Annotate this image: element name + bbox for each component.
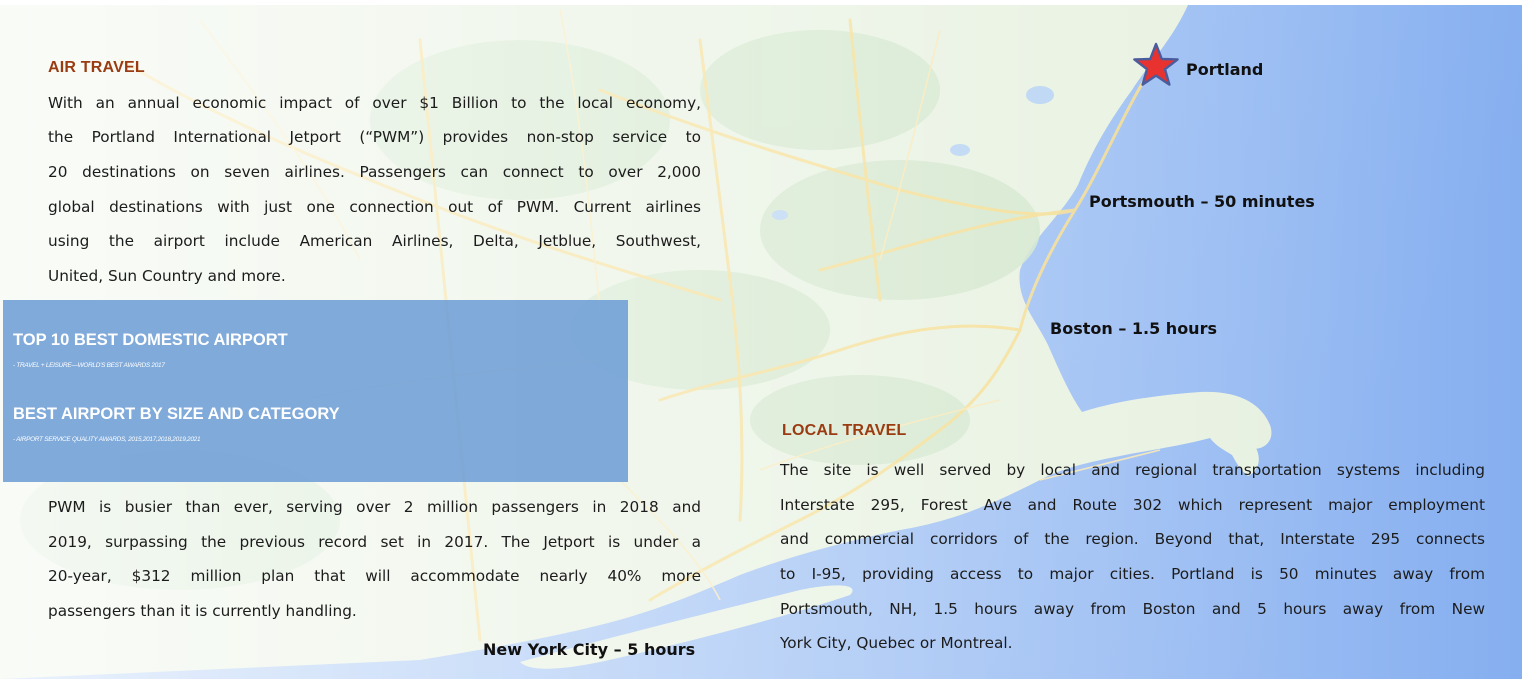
air-travel-intro-line: using the airport include American Airli… — [48, 232, 701, 250]
air-travel-heading: AIR TRAVEL — [48, 59, 145, 76]
air-travel-growth-line: PWM is busier than ever, serving over 2 … — [48, 498, 701, 516]
new-york-label: New York City – 5 hours — [483, 640, 696, 659]
local-travel-line: to I-95, providing access to major citie… — [780, 565, 1485, 583]
local-travel-line: The site is well served by local and reg… — [780, 461, 1485, 479]
award-title: TOP 10 BEST DOMESTIC AIRPORT — [13, 331, 288, 349]
award-source: - AIRPORT SERVICE QUALITY AWARDS, 2015,2… — [13, 436, 201, 443]
air-travel-growth-line: 20-year, $312 million plan that will acc… — [48, 567, 701, 585]
portsmouth-label: Portsmouth – 50 minutes — [1089, 192, 1315, 211]
air-travel-intro-line: 20 destinations on seven airlines. Passe… — [48, 163, 701, 181]
local-travel-heading: LOCAL TRAVEL — [782, 422, 907, 439]
local-travel-line: and commercial corridors of the region. … — [780, 530, 1485, 548]
local-travel-line: Portsmouth, NH, 1.5 hours away from Bost… — [780, 600, 1485, 618]
air-travel-growth-line: passengers than it is currently handling… — [48, 602, 357, 620]
air-travel-intro-line: United, Sun Country and more. — [48, 267, 286, 285]
air-travel-intro-line: global destinations with just one connec… — [48, 198, 701, 216]
awards-panel: TOP 10 BEST DOMESTIC AIRPORT - TRAVEL + … — [3, 300, 628, 482]
star-icon — [1133, 42, 1179, 86]
air-travel-intro-line: With an annual economic impact of over $… — [48, 94, 701, 112]
award-title: BEST AIRPORT BY SIZE AND CATEGORY — [13, 405, 340, 423]
award-source: - TRAVEL + LEISURE—WORLD'S BEST AWARDS 2… — [13, 362, 165, 369]
local-travel-line: York City, Quebec or Montreal. — [780, 634, 1013, 652]
air-travel-intro-line: the Portland International Jetport (“PWM… — [48, 128, 701, 146]
boston-label: Boston – 1.5 hours — [1050, 319, 1217, 338]
local-travel-line: Interstate 295, Forest Ave and Route 302… — [780, 496, 1485, 514]
portland-label: Portland — [1186, 60, 1264, 79]
air-travel-growth-line: 2019, surpassing the previous record set… — [48, 533, 701, 551]
